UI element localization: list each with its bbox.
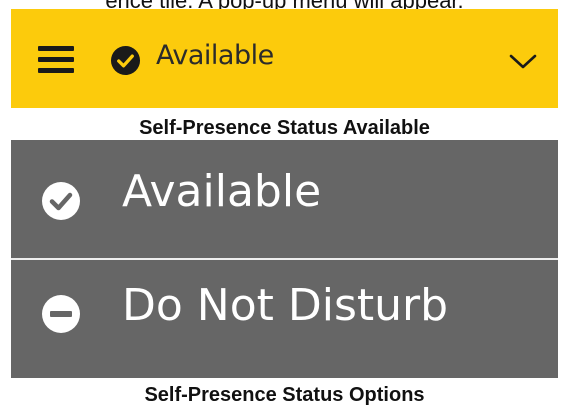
menu-item-label: Do Not Disturb [122,280,449,331]
minus-circle-icon [42,295,80,333]
caption-status-options: Self-Presence Status Options [144,384,425,406]
presence-status-bar[interactable]: Available [11,9,558,108]
hamburger-menu-icon[interactable] [38,46,74,74]
chevron-down-icon[interactable] [509,54,537,70]
menu-item-label: Available [122,166,322,217]
check-circle-icon [42,182,80,220]
menu-item-available[interactable]: Available [11,140,558,258]
menu-item-do-not-disturb[interactable]: Do Not Disturb [11,260,558,378]
caption-status-available: Self-Presence Status Available [139,117,430,139]
check-circle-icon [110,45,141,76]
presence-options-menu: Available Do Not Disturb [11,140,558,378]
status-label: Available [156,40,274,71]
